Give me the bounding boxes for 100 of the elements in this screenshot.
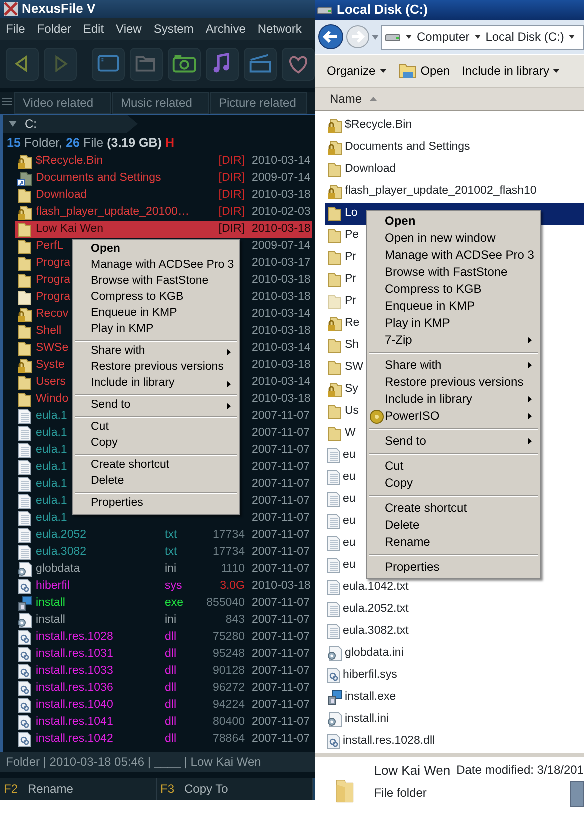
file-name[interactable]: flash_player_update_20100…	[36, 206, 190, 218]
file-name[interactable]: install.res.1031	[36, 648, 114, 660]
file-name[interactable]: Progra	[36, 274, 71, 286]
menu-item[interactable]: Folder	[31, 22, 78, 36]
file-name[interactable]: eula.1	[36, 410, 68, 422]
menu-item[interactable]: Manage with ACDSee Pro 3	[75, 258, 237, 274]
file-name[interactable]: Windo	[36, 392, 69, 405]
file-name[interactable]: install.ini	[345, 712, 390, 727]
menu-item[interactable]: Enqueue in KMP	[75, 306, 237, 322]
camera-button[interactable]	[168, 48, 201, 80]
tab[interactable]: Music related	[112, 92, 209, 114]
file-name[interactable]: Us	[345, 404, 360, 419]
menu-item[interactable]: 7-Zip	[369, 332, 538, 349]
file-name[interactable]: Progra	[36, 256, 71, 269]
menu-item[interactable]: Share with	[75, 344, 237, 360]
file-name[interactable]: PerfL	[36, 240, 64, 252]
menu-item[interactable]: Share with	[369, 357, 538, 374]
file-name[interactable]: flash_player_update_201002_flash10	[345, 184, 537, 199]
tab[interactable]: Video related	[14, 92, 111, 114]
menu-item[interactable]: Open	[75, 242, 237, 258]
file-name[interactable]: eu	[343, 536, 356, 551]
file-name[interactable]: install.res.1028.dll	[343, 734, 436, 749]
menu-item[interactable]: View	[110, 22, 148, 36]
file-name[interactable]: eu	[343, 492, 356, 507]
heart-button[interactable]	[282, 48, 315, 80]
file-name[interactable]: install.res.1041	[36, 716, 114, 728]
file-name[interactable]: eula.1	[36, 444, 68, 456]
file-name[interactable]: install.exe	[345, 690, 396, 705]
file-name[interactable]: Documents and Settings	[345, 140, 470, 155]
file-name[interactable]: hiberfil.sys	[343, 668, 398, 683]
menu-item[interactable]: Copy	[75, 436, 237, 452]
file-name[interactable]: eula.1	[36, 512, 68, 524]
toolbar-button[interactable]: Open	[398, 63, 450, 80]
file-name[interactable]: Progra	[36, 290, 71, 303]
file-name[interactable]: eula.1	[36, 478, 68, 490]
toolbar-button[interactable]: Organize	[327, 64, 387, 78]
window-button[interactable]	[92, 48, 125, 80]
path-breadcrumb[interactable]: C:	[3, 115, 138, 133]
toolbar-button[interactable]: Include in library	[462, 64, 560, 78]
menu-item[interactable]: Network	[252, 22, 308, 36]
file-name[interactable]: globdata.ini	[345, 646, 404, 661]
menu-item[interactable]: Restore previous versions	[369, 374, 538, 391]
back-button[interactable]	[318, 24, 344, 50]
menu-item[interactable]: Delete	[75, 474, 237, 490]
file-name[interactable]: Syste	[36, 358, 65, 371]
menu-item[interactable]: Properties	[369, 559, 538, 576]
file-name[interactable]: eula.3082.txt	[343, 624, 409, 639]
menu-item[interactable]: Copy	[369, 475, 538, 492]
menu-item[interactable]: Manage with ACDSee Pro 3	[369, 247, 538, 264]
forward-button[interactable]	[44, 48, 77, 80]
file-name[interactable]: Shell	[36, 324, 62, 337]
column-header[interactable]: Name	[315, 86, 584, 111]
music-button[interactable]	[206, 48, 239, 80]
file-name[interactable]: SWSe	[36, 342, 69, 354]
box-button[interactable]	[244, 48, 277, 80]
file-name[interactable]: Documents and Settings	[36, 172, 162, 184]
file-name[interactable]: Sh	[345, 338, 360, 353]
folders-button[interactable]	[130, 48, 163, 80]
file-name[interactable]: install	[36, 614, 66, 626]
menu-item[interactable]: Rename	[369, 534, 538, 551]
file-name[interactable]: Download	[36, 188, 88, 201]
file-name[interactable]: eula.2052	[36, 528, 87, 541]
menu-item[interactable]: Play in KMP	[369, 315, 538, 332]
file-name[interactable]: Pr	[345, 250, 356, 265]
file-name[interactable]: Re	[345, 316, 360, 331]
menu-item[interactable]: Create shortcut	[75, 458, 237, 474]
file-name[interactable]: Pr	[345, 272, 356, 287]
menu-item[interactable]: Edit	[77, 22, 110, 36]
file-name[interactable]: W	[345, 426, 356, 441]
file-name[interactable]: install	[36, 596, 66, 609]
menu-item[interactable]: Include in library	[75, 376, 237, 392]
file-name[interactable]: Download	[345, 162, 396, 177]
file-name[interactable]: eu	[343, 470, 356, 485]
file-name[interactable]: eula.1	[36, 460, 68, 473]
menu-item[interactable]: Create shortcut	[369, 500, 538, 517]
file-name[interactable]: eu	[343, 514, 356, 529]
menu-item[interactable]: Browse with FastStone	[369, 264, 538, 281]
file-name[interactable]: SW	[345, 360, 364, 375]
function-key-button[interactable]: F2 Rename	[0, 778, 156, 800]
file-name[interactable]: install.res.1028	[36, 630, 114, 643]
menu-item[interactable]: Send to	[75, 398, 237, 414]
menu-item[interactable]: File	[0, 22, 32, 36]
breadcrumb-item[interactable]: Local Disk (C:)	[486, 30, 564, 44]
tab[interactable]: Picture related	[210, 92, 307, 114]
menu-item[interactable]: Properties	[75, 496, 237, 512]
menu-item[interactable]: Open	[369, 213, 538, 230]
file-name[interactable]: eu	[343, 448, 356, 463]
menu-item[interactable]: Compress to KGB	[369, 281, 538, 298]
file-name[interactable]: $Recycle.Bin	[36, 154, 104, 167]
file-name[interactable]: install.res.1042	[36, 732, 114, 745]
menu-item[interactable]: Archive	[200, 22, 252, 36]
menu-item[interactable]: Send to	[369, 433, 538, 450]
file-name[interactable]: eula.1	[36, 426, 68, 439]
file-name[interactable]: globdata	[36, 562, 80, 575]
menu-item[interactable]: Delete	[369, 517, 538, 534]
menu-item[interactable]: Play in KMP	[75, 322, 237, 338]
menu-item[interactable]: Restore previous versions	[75, 360, 237, 376]
menu-item[interactable]: Cut	[75, 420, 237, 436]
file-name[interactable]: eula.3082	[36, 546, 87, 558]
file-name[interactable]: eula.1	[36, 494, 68, 507]
